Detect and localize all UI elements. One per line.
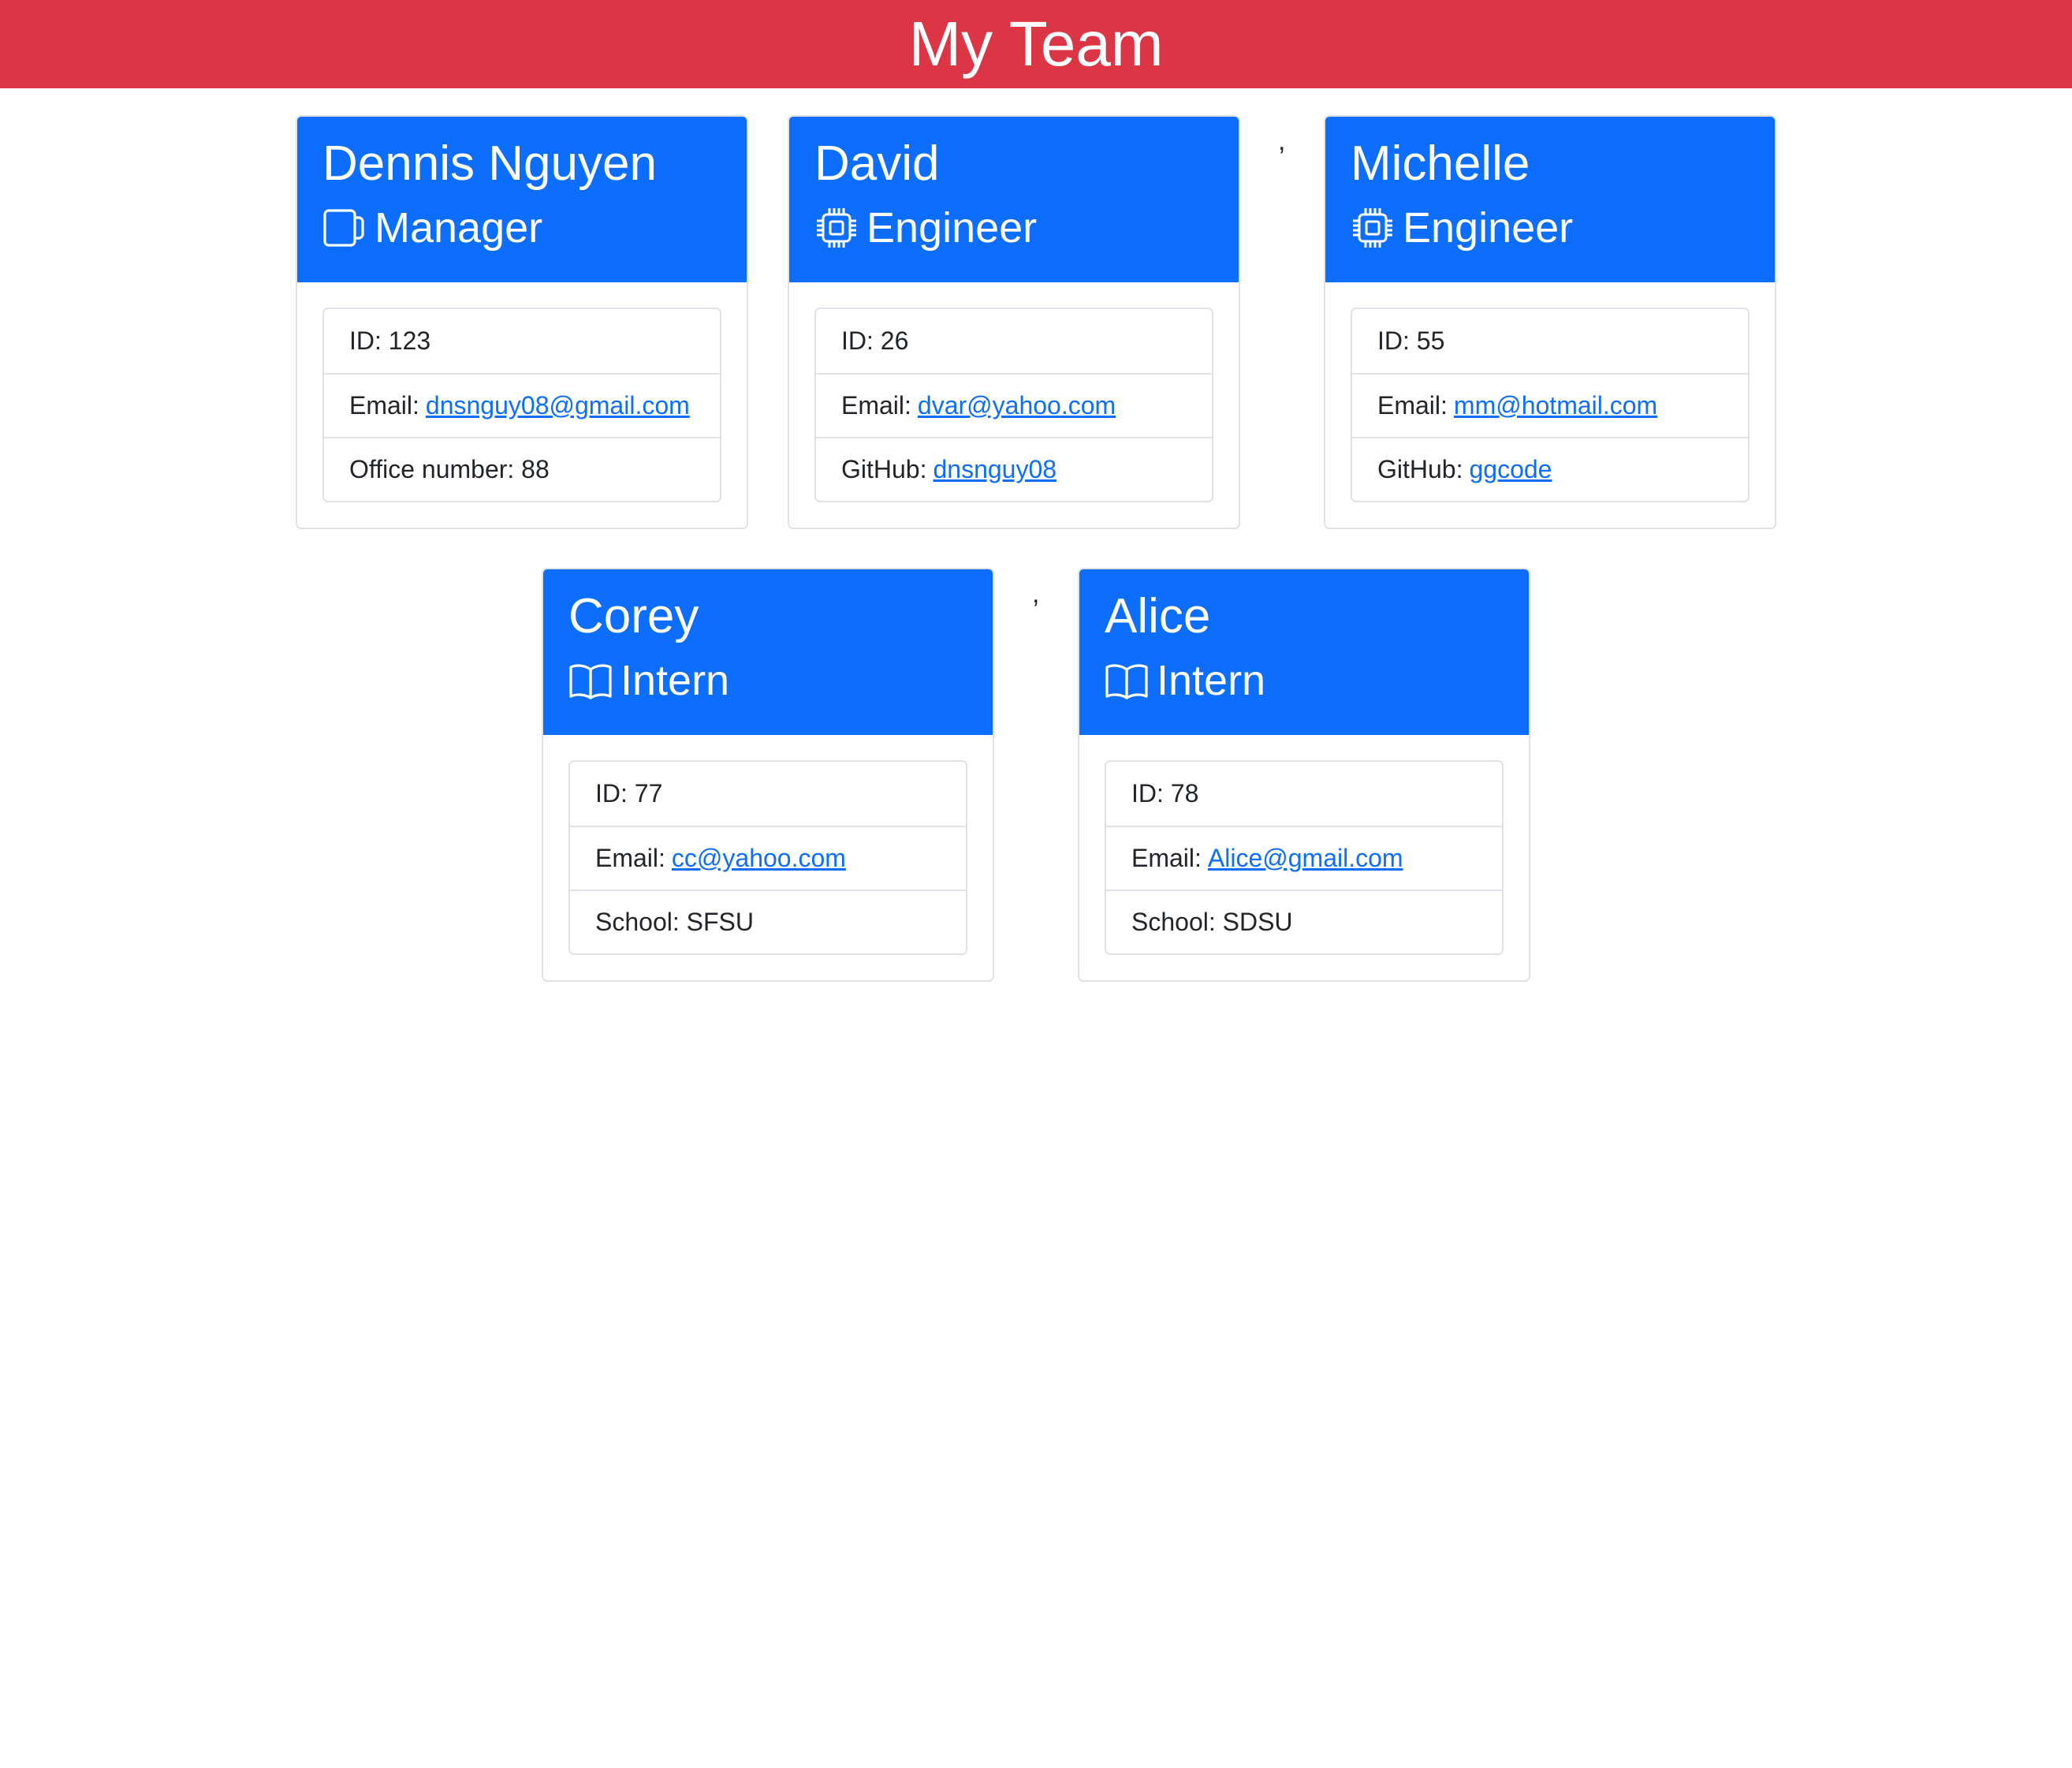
employee-name: Alice [1105,589,1211,643]
role-label: Intern [620,657,730,704]
employee-card: Dennis Nguyen Manager ID: 123 Email: dns… [296,115,748,529]
id-row: ID: 55 [1352,309,1748,373]
id-row: ID: 26 [816,309,1212,373]
email-link[interactable]: dvar@yahoo.com [918,391,1116,420]
school-value: SDSU [1222,908,1293,936]
id-label: ID: [349,326,382,355]
email-row: Email: Alice@gmail.com [1106,826,1502,890]
card-header: Michelle Engineer [1325,117,1775,282]
employee-role: Manager [322,202,721,254]
employee-name: Corey [568,589,699,643]
employee-card: Corey Intern ID: 77 Email: cc@yahoo.com … [542,568,994,982]
github-link[interactable]: ggcode [1469,455,1552,484]
id-value: 26 [880,326,909,355]
id-label: ID: [841,326,874,355]
email-label: Email: [841,391,911,420]
school-label: School: [595,908,680,936]
email-link[interactable]: Alice@gmail.com [1208,844,1403,873]
cpu-icon [1351,206,1395,250]
mug-icon [322,206,367,250]
page-title: My Team [908,9,1164,79]
github-link[interactable]: dnsnguy08 [933,455,1056,484]
office-number-value: 88 [521,455,550,483]
page-header: My Team [0,0,2072,88]
email-row: Email: dnsnguy08@gmail.com [324,373,720,437]
role-label: Engineer [866,204,1038,252]
email-row: Email: dvar@yahoo.com [816,373,1212,437]
employee-details: ID: 78 Email: Alice@gmail.com School: SD… [1105,760,1504,955]
employee-role: Engineer [1351,202,1750,254]
id-label: ID: [1131,779,1164,808]
role-label: Engineer [1403,204,1574,252]
email-link[interactable]: dnsnguy08@gmail.com [426,391,690,420]
card-header: Alice Intern [1079,569,1529,735]
book-icon [1105,658,1149,703]
office-number-row: Office number: 88 [324,437,720,501]
card-header: Corey Intern [543,569,993,735]
stray-comma: , [1032,579,1040,609]
employee-name: Dennis Nguyen [322,136,657,191]
role-label: Intern [1157,657,1266,704]
employee-details: ID: 55 Email: mm@hotmail.com GitHub: ggc… [1351,308,1750,502]
book-icon [568,658,613,703]
id-value: 78 [1170,779,1199,808]
employee-details: ID: 77 Email: cc@yahoo.com School: SFSU [568,760,967,955]
id-label: ID: [595,779,628,808]
email-label: Email: [1377,391,1448,420]
github-label: GitHub: [1377,455,1463,483]
card-header: David Engineer [789,117,1239,282]
employee-card: David Engineer ID: 26 Email: dvar@yahoo.… [788,115,1240,529]
school-value: SFSU [686,908,754,936]
github-row: GitHub: dnsnguy08 [816,437,1212,501]
id-value: 123 [388,326,431,355]
email-row: Email: cc@yahoo.com [570,826,966,890]
school-row: School: SDSU [1106,890,1502,953]
github-row: GitHub: ggcode [1352,437,1748,501]
github-label: GitHub: [841,455,927,483]
employee-name: Michelle [1351,136,1530,191]
email-link[interactable]: mm@hotmail.com [1454,391,1657,420]
email-label: Email: [595,844,665,872]
id-value: 77 [634,779,663,808]
employee-role: Intern [1105,655,1504,707]
employee-details: ID: 123 Email: dnsnguy08@gmail.com Offic… [322,308,721,502]
employee-details: ID: 26 Email: dvar@yahoo.com GitHub: dns… [814,308,1213,502]
school-row: School: SFSU [570,890,966,953]
employee-card: Michelle Engineer ID: 55 Email: mm@hotma… [1324,115,1776,529]
cpu-icon [814,206,859,250]
card-header: Dennis Nguyen Manager [297,117,747,282]
school-label: School: [1131,908,1216,936]
email-label: Email: [349,391,419,420]
email-link[interactable]: cc@yahoo.com [672,844,846,873]
email-label: Email: [1131,844,1202,872]
employee-card: Alice Intern ID: 78 Email: Alice@gmail.c… [1078,568,1530,982]
id-row: ID: 123 [324,309,720,373]
id-row: ID: 78 [1106,762,1502,826]
employee-role: Engineer [814,202,1213,254]
id-value: 55 [1416,326,1445,355]
employee-name: David [814,136,940,191]
office-number-label: Office number: [349,455,515,483]
stray-comma: , [1278,126,1286,156]
id-row: ID: 77 [570,762,966,826]
role-label: Manager [375,204,543,252]
employee-role: Intern [568,655,967,707]
email-row: Email: mm@hotmail.com [1352,373,1748,437]
id-label: ID: [1377,326,1410,355]
